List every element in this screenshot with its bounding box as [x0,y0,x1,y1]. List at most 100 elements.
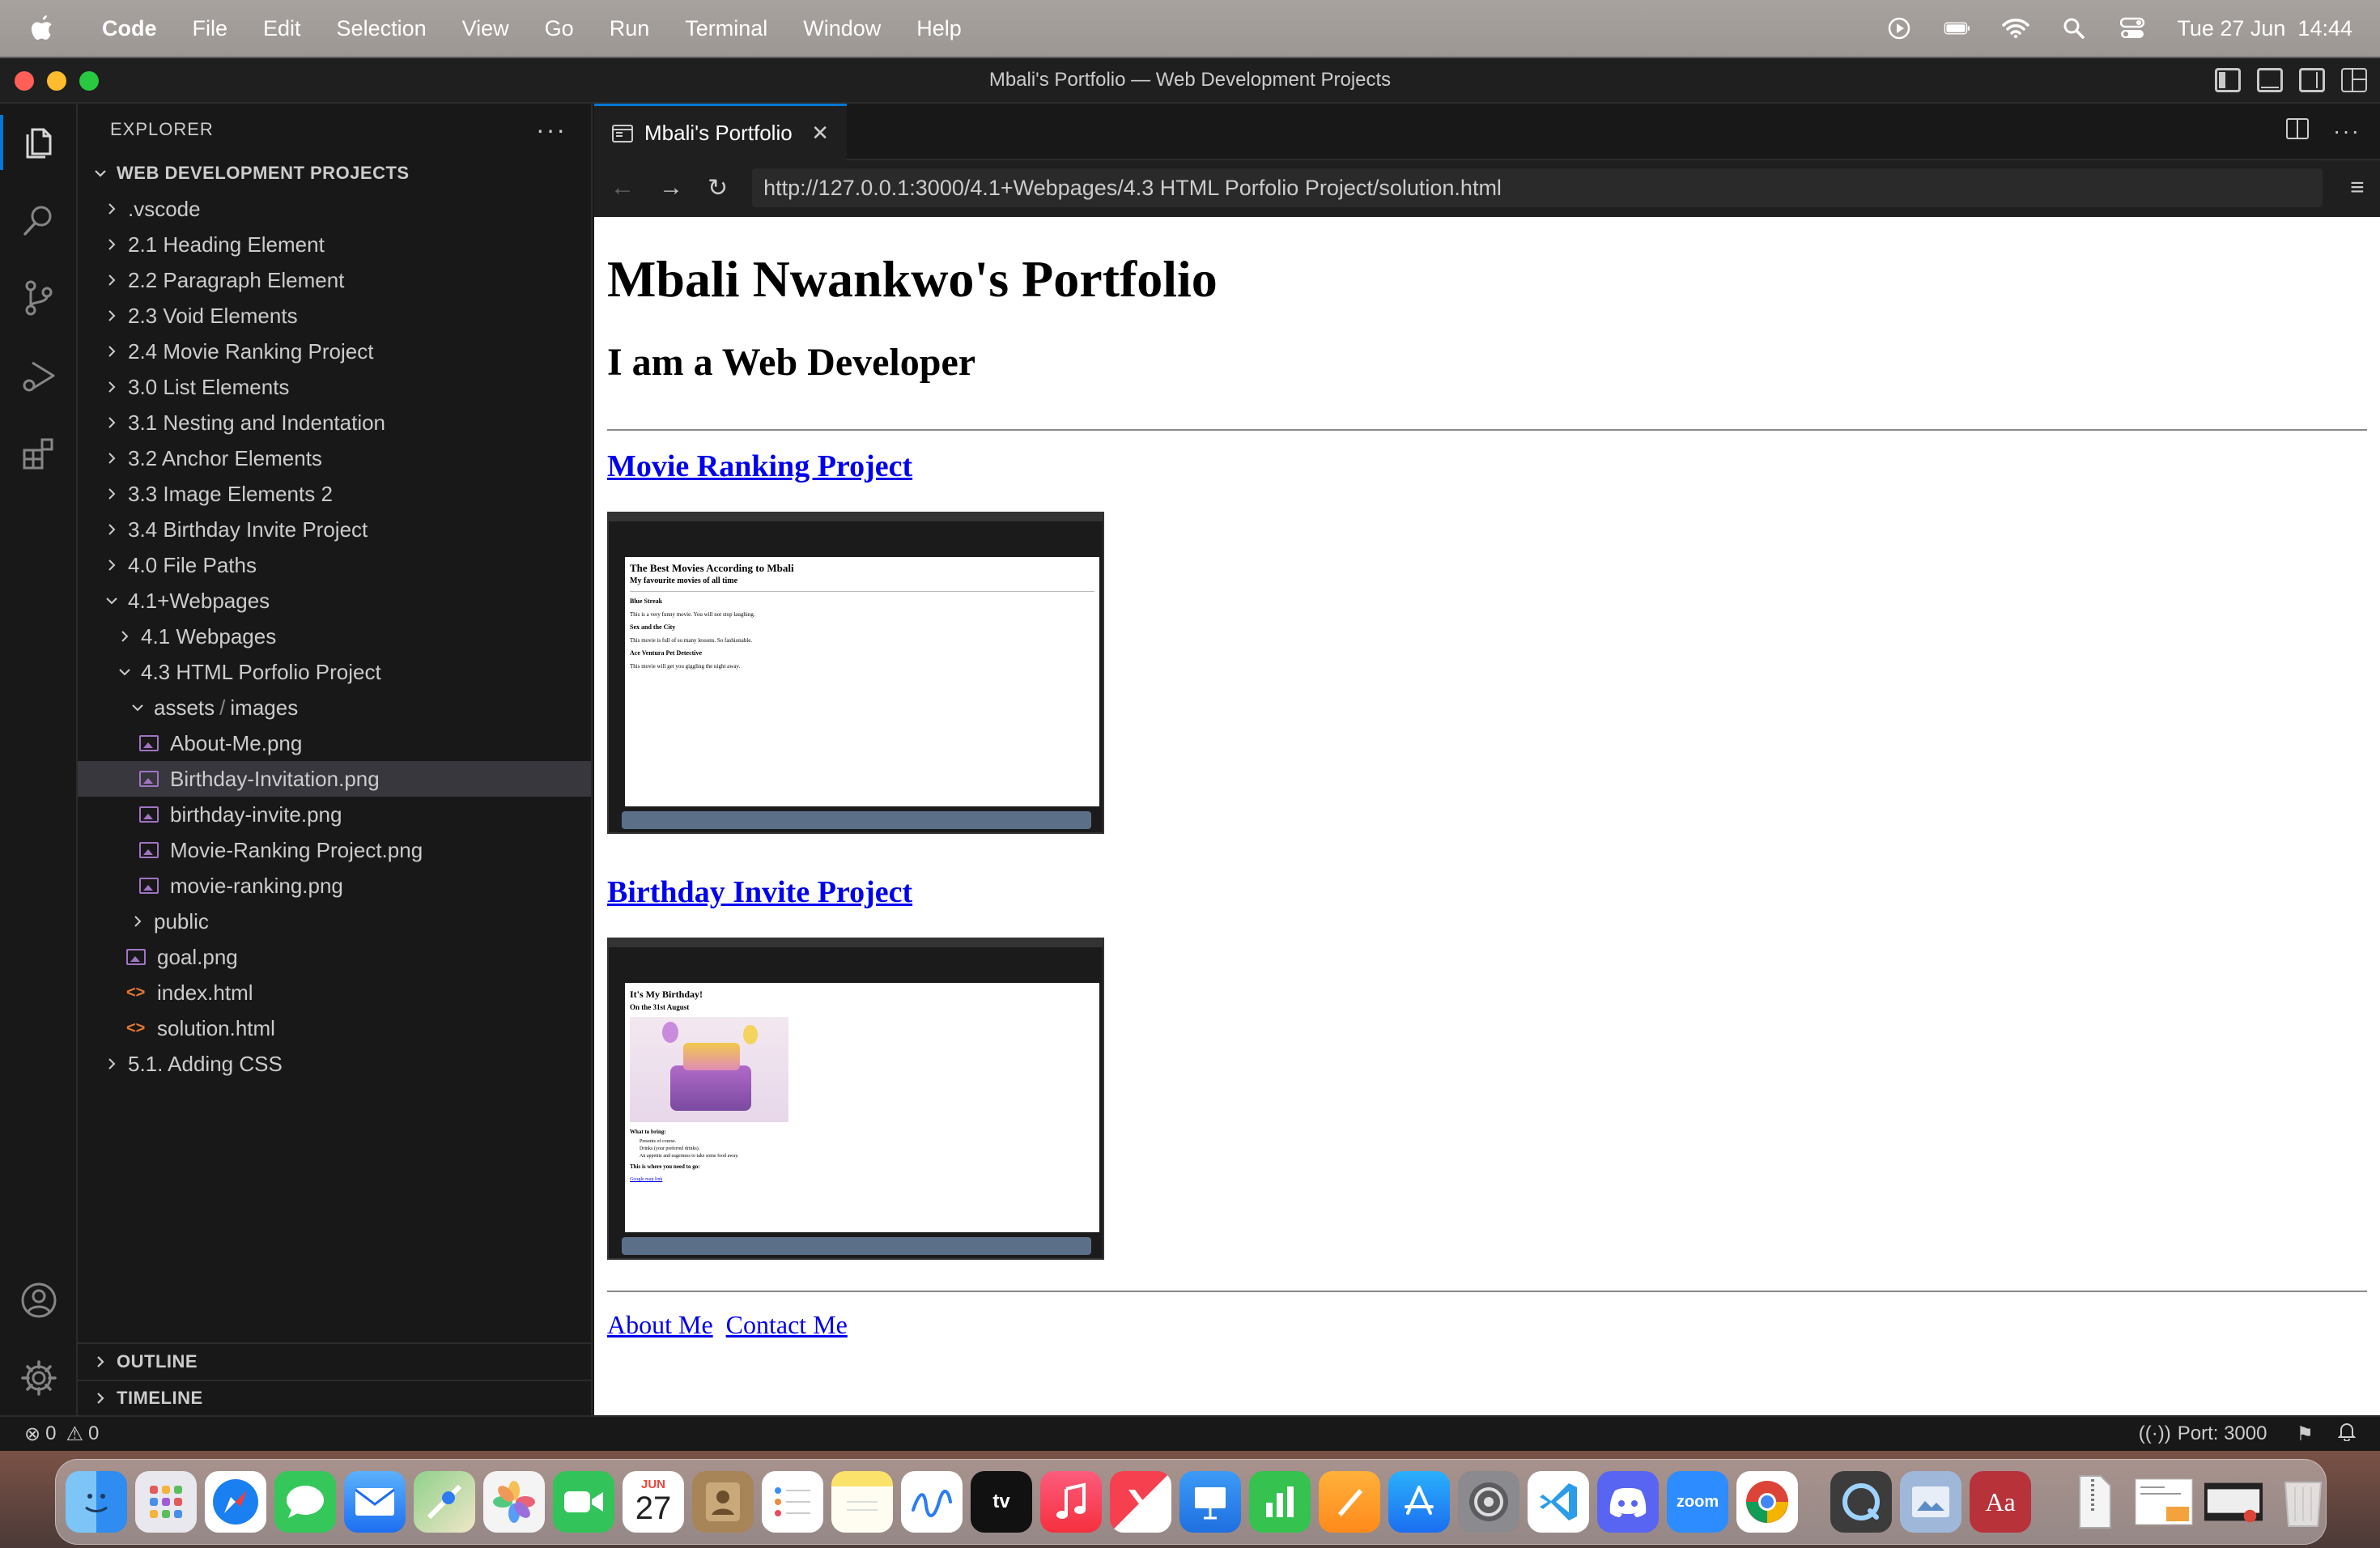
pages-icon[interactable] [1319,1471,1380,1533]
apple-tv-icon[interactable]: tv [971,1471,1032,1533]
screenshot-thumbnail-icon[interactable] [2203,1471,2264,1533]
tree-file[interactable]: <> solution.html [78,1010,591,1046]
notifications-bell-icon[interactable] [2337,1422,2357,1447]
manage-gear-icon[interactable] [0,1339,78,1417]
tree-folder[interactable]: 5.1. Adding CSS [78,1046,591,1082]
menu-run[interactable]: Run [592,16,668,41]
tree-folder[interactable]: 4.3 HTML Porfolio Project [78,654,591,690]
mail-icon[interactable] [344,1471,406,1533]
tree-folder[interactable]: 4.1 Webpages [78,619,591,654]
zoom-window-button[interactable] [79,71,99,91]
toggle-primary-sidebar-icon[interactable] [2215,68,2241,92]
problems-indicator[interactable]: ⊗ 0 ⚠ 0 [24,1423,99,1446]
menu-window[interactable]: Window [785,16,899,41]
menu-edit[interactable]: Edit [245,16,319,41]
safari-icon[interactable] [205,1471,266,1533]
menu-app-name[interactable]: Code [84,16,175,41]
timeline-section-header[interactable]: TIMELINE [78,1380,591,1415]
archive-zip-icon[interactable] [2063,1471,2125,1533]
tree-file[interactable]: movie-ranking.png [78,868,591,904]
back-arrow-icon[interactable]: ← [610,174,635,202]
maps-icon[interactable] [414,1471,475,1533]
now-playing-icon[interactable] [1885,16,1913,40]
photos-icon[interactable] [483,1471,545,1533]
minimize-window-button[interactable] [47,71,66,91]
launchpad-icon[interactable] [135,1471,197,1533]
customize-layout-icon[interactable] [2341,68,2367,92]
zoom-icon[interactable]: zoom [1667,1471,1728,1533]
search-icon[interactable] [0,181,78,259]
vscode-icon[interactable] [1528,1471,1589,1533]
url-address-bar[interactable]: http://127.0.0.1:3000/4.1+Webpages/4.3 H… [752,168,2323,207]
about-me-link[interactable]: About Me [607,1310,713,1339]
tab-mbalis-portfolio[interactable]: Mbali's Portfolio ✕ [594,104,847,160]
chrome-icon[interactable] [1736,1471,1798,1533]
system-settings-icon[interactable] [1458,1471,1519,1533]
tree-folder[interactable]: 3.2 Anchor Elements [78,440,591,476]
contacts-icon[interactable] [692,1471,754,1533]
tree-folder[interactable]: 3.4 Birthday Invite Project [78,512,591,547]
tree-folder[interactable]: 3.1 Nesting and Indentation [78,405,591,440]
tree-folder[interactable]: 4.1+Webpages [78,583,591,619]
tree-folder[interactable]: 2.4 Movie Ranking Project [78,334,591,369]
contact-me-link[interactable]: Contact Me [726,1310,848,1339]
menu-selection[interactable]: Selection [319,16,444,41]
close-tab-icon[interactable]: ✕ [811,121,829,146]
toggle-panel-icon[interactable] [2257,68,2283,92]
dictionary-icon[interactable]: Aa [1970,1471,2031,1533]
tree-folder[interactable]: 2.3 Void Elements [78,298,591,334]
reload-icon[interactable]: ↻ [708,174,728,202]
live-server-port[interactable]: ((·)) Port: 3000 [2139,1423,2267,1445]
accounts-icon[interactable] [0,1261,78,1339]
tree-folder[interactable]: 3.3 Image Elements 2 [78,476,591,512]
split-editor-icon[interactable] [2286,118,2310,145]
tree-file[interactable]: Movie-Ranking Project.png [78,832,591,868]
calendar-icon[interactable]: JUN 27 [623,1471,684,1533]
tree-file[interactable]: <> index.html [78,975,591,1010]
tree-folder[interactable]: 4.0 File Paths [78,547,591,583]
keynote-icon[interactable] [1179,1471,1241,1533]
quicktime-icon[interactable] [1830,1471,1892,1533]
outline-section-header[interactable]: OUTLINE [78,1344,591,1380]
menubar-clock[interactable]: Tue 27 Jun 14:44 [2177,16,2352,41]
tree-folder[interactable]: 2.2 Paragraph Element [78,262,591,298]
reminders-icon[interactable] [762,1471,823,1533]
spotlight-search-icon[interactable] [2060,16,2088,40]
movie-ranking-project-link[interactable]: Movie Ranking Project [607,449,912,484]
explorer-icon[interactable] [0,104,78,181]
birthday-invite-project-link[interactable]: Birthday Invite Project [607,874,912,910]
freeform-icon[interactable] [901,1471,963,1533]
close-window-button[interactable] [15,71,34,91]
browser-menu-icon[interactable]: ≡ [2350,174,2365,202]
battery-icon[interactable] [1944,16,1971,40]
messages-icon[interactable] [274,1471,336,1533]
tree-folder[interactable]: assets / images [78,690,591,725]
news-icon[interactable] [1110,1471,1171,1533]
document-thumbnail-icon[interactable] [2133,1471,2195,1533]
tree-folder[interactable]: 3.0 List Elements [78,369,591,405]
discord-icon[interactable] [1597,1471,1659,1533]
tree-file[interactable]: goal.png [78,939,591,975]
tree-file[interactable]: About-Me.png [78,725,591,761]
preview-icon[interactable] [1900,1471,1961,1533]
app-store-icon[interactable] [1388,1471,1450,1533]
birthday-invite-screenshot[interactable]: It's My Birthday! On the 31st August Wha… [607,938,1104,1260]
wifi-icon[interactable] [2002,16,2030,40]
editor-more-actions-icon[interactable]: ··· [2333,118,2361,145]
menu-view[interactable]: View [444,16,527,41]
tree-file[interactable]: Birthday-Invitation.png [78,761,591,797]
facetime-icon[interactable] [553,1471,614,1533]
apple-menu-icon[interactable] [0,14,84,43]
menu-help[interactable]: Help [899,16,980,41]
tree-folder[interactable]: .vscode [78,191,591,227]
run-and-debug-icon[interactable] [0,337,78,415]
menu-terminal[interactable]: Terminal [667,16,785,41]
control-center-icon[interactable] [2119,16,2146,40]
workspace-root-header[interactable]: WEB DEVELOPMENT PROJECTS [78,155,591,191]
more-actions-icon[interactable]: ··· [536,115,567,145]
feedback-icon[interactable]: ⚑ [2296,1423,2314,1446]
toggle-secondary-sidebar-icon[interactable] [2299,68,2325,92]
forward-arrow-icon[interactable]: → [659,174,683,202]
numbers-icon[interactable] [1249,1471,1311,1533]
music-icon[interactable] [1040,1471,1102,1533]
